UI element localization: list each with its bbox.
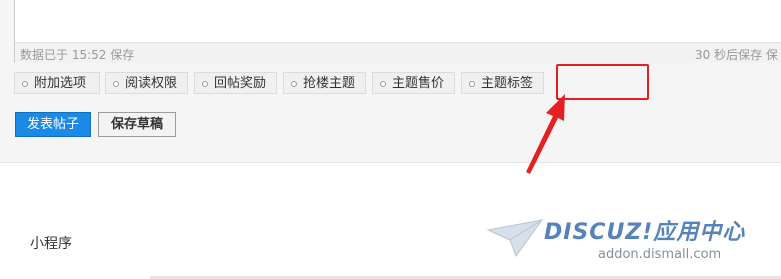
watermark: DISCUZ!应用中心 addon.dismall.com (486, 210, 781, 279)
option-extra-label: 附加选项 (34, 76, 87, 91)
section-title-mini-program: 小程序 (30, 236, 72, 252)
bullet-dot-icon (22, 81, 28, 87)
option-read-permission[interactable]: 阅读权限 (105, 72, 188, 94)
watermark-site: addon.dismall.com (598, 247, 722, 262)
option-floor-grab-label: 抢楼主题 (303, 76, 356, 91)
bullet-dot-icon (469, 81, 475, 87)
bullet-dot-icon (380, 81, 386, 87)
option-floor-grab[interactable]: 抢楼主题 (283, 72, 366, 94)
editor-statusbar: 数据已于 15:52 保存 30 秒后保存 保 (15, 42, 781, 63)
autosave-status: 数据已于 15:52 保存 (20, 48, 135, 62)
bullet-dot-icon (202, 81, 208, 87)
red-arrow-icon (526, 94, 565, 174)
publish-button[interactable]: 发表帖子 (15, 112, 91, 137)
bullet-dot-icon (113, 81, 119, 87)
option-thread-tags-label: 主题标签 (481, 76, 534, 91)
paper-plane-icon (486, 219, 544, 258)
option-thread-price-label: 主题售价 (392, 76, 445, 91)
option-read-permission-label: 阅读权限 (125, 76, 178, 91)
save-draft-button[interactable]: 保存草稿 (98, 112, 176, 137)
option-extra[interactable]: 附加选项 (14, 72, 100, 94)
bullet-dot-icon (291, 81, 297, 87)
watermark-brand: DISCUZ!应用中心 (544, 220, 746, 245)
post-editor-panel: 数据已于 15:52 保存 30 秒后保存 保 附加选项 阅读权限 回帖奖励 抢… (0, 0, 781, 163)
option-reply-reward-label: 回帖奖励 (214, 76, 267, 91)
autosave-countdown: 30 秒后保存 保 (695, 48, 778, 62)
option-thread-price[interactable]: 主题售价 (372, 72, 455, 94)
option-reply-reward[interactable]: 回帖奖励 (194, 72, 277, 94)
